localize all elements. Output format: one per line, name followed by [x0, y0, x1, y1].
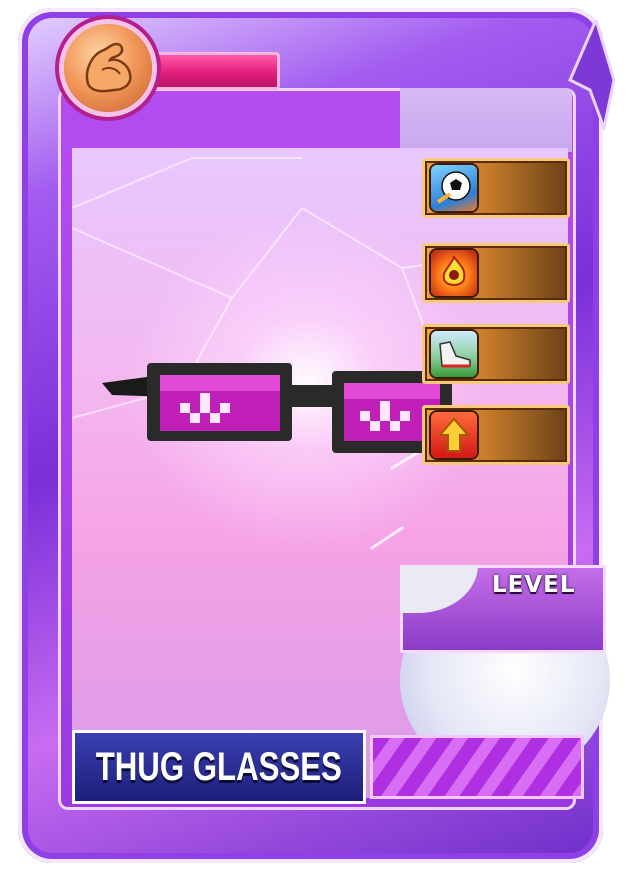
power-bar: [140, 52, 280, 90]
frame-horn-decoration: [568, 20, 616, 130]
football-boot-icon: [431, 331, 477, 377]
stat-speed: [422, 324, 570, 384]
boost-up-arrow-icon: [431, 412, 477, 458]
item-card: LEVEL THUG GLASSES: [0, 0, 636, 875]
rarity-stripe-plate: [370, 735, 584, 799]
item-name-plate: THUG GLASSES: [72, 730, 366, 804]
level-label: LEVEL: [492, 572, 576, 598]
thug-glasses-icon: [102, 363, 452, 453]
fire-player-icon: [431, 250, 477, 296]
item-name: THUG GLASSES: [95, 744, 343, 789]
stat-power: [422, 243, 570, 303]
stat-boost: [422, 405, 570, 465]
stat-shooting: [422, 158, 570, 218]
flexed-bicep-icon: [64, 24, 152, 112]
soccer-ball-shot-icon: [431, 165, 477, 211]
top-right-plate: [400, 88, 572, 152]
